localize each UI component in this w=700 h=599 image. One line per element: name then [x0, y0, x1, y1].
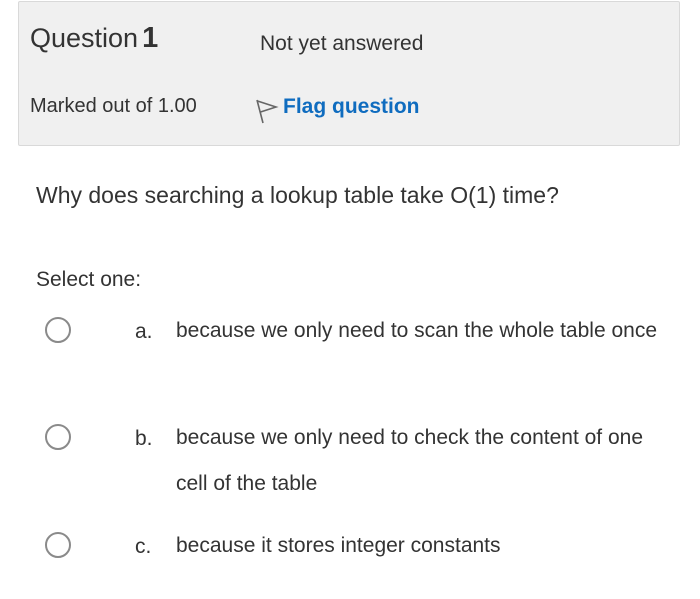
question-info-box: Question 1 Not yet answered Marked out of… [18, 1, 680, 146]
option-letter: b. [135, 427, 153, 450]
question-title: Question 1 [30, 22, 158, 55]
option-letter: c. [135, 535, 152, 558]
option-text[interactable]: because it stores integer constants [176, 523, 666, 569]
question-grade: Marked out of 1.00 [30, 95, 197, 117]
question-text: Why does searching a lookup table take O… [36, 182, 559, 208]
flag-icon [255, 90, 283, 124]
flag-question-label[interactable]: Flag question [283, 95, 420, 119]
question-number: 1 [142, 22, 159, 54]
option-letter: a. [135, 320, 153, 343]
radio-icon[interactable] [45, 424, 71, 450]
option-text[interactable]: because we only need to check the conten… [176, 415, 666, 507]
question-label: Question [30, 23, 139, 53]
option-text[interactable]: because we only need to scan the whole t… [176, 308, 666, 354]
flag-question-button[interactable]: Flag question [255, 90, 420, 124]
select-one-prompt: Select one: [36, 268, 142, 291]
radio-icon[interactable] [45, 532, 71, 558]
question-state: Not yet answered [260, 32, 424, 55]
radio-icon[interactable] [45, 317, 71, 343]
